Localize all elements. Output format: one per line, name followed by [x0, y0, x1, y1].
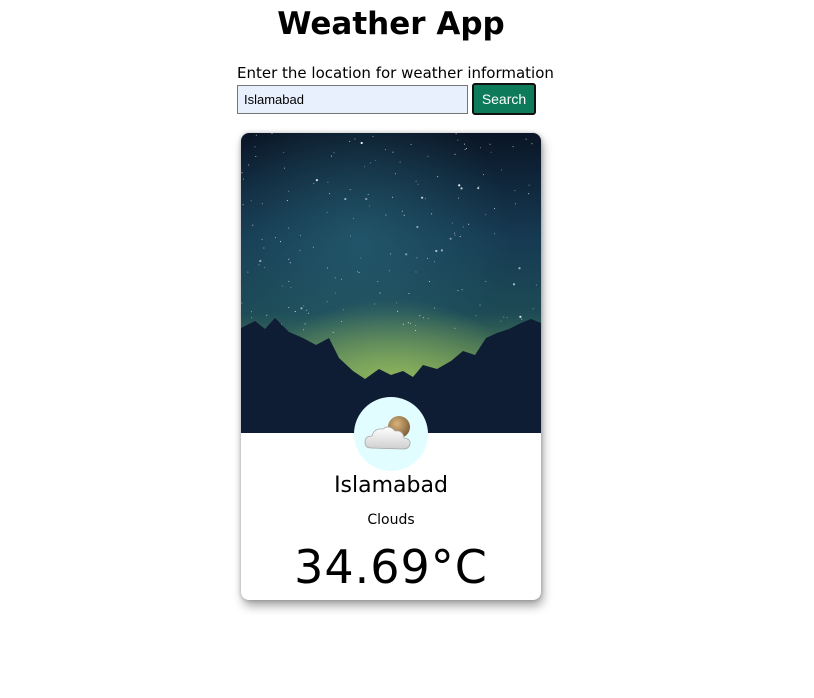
location-input[interactable]	[237, 85, 468, 114]
search-button[interactable]: Search	[472, 83, 536, 115]
page: Weather App Enter the location for weath…	[0, 0, 814, 698]
night-sky-background	[241, 133, 541, 433]
city-name: Islamabad	[334, 473, 448, 498]
weather-condition: Clouds	[367, 512, 415, 528]
cloud-sun-icon	[364, 416, 411, 450]
weather-icon-circle	[354, 397, 428, 471]
weather-card: Islamabad Clouds 34.69°C	[241, 133, 541, 600]
temperature: 34.69°C	[294, 540, 488, 594]
search-label: Enter the location for weather informati…	[237, 64, 554, 82]
app-title: Weather App	[277, 6, 505, 42]
